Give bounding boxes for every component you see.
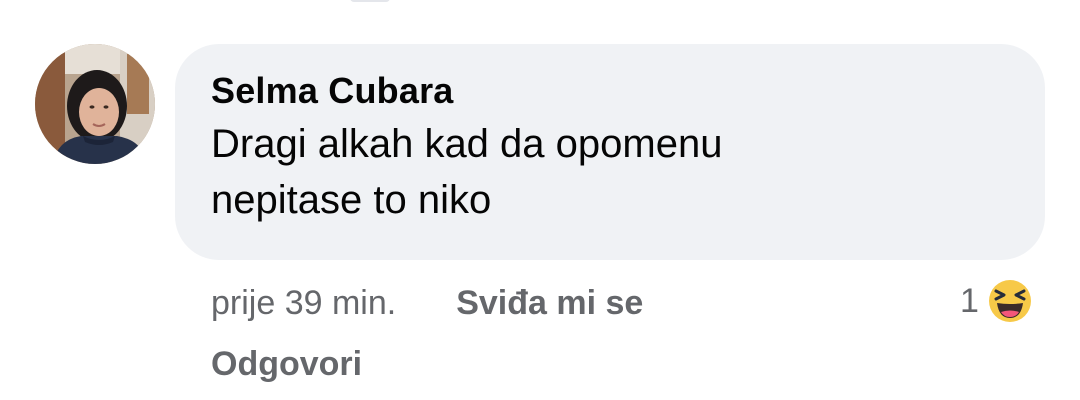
- comment-text: Dragi alkah kad da opomenu nepitase to n…: [211, 122, 723, 222]
- previous-content-fragment: [350, 0, 390, 2]
- avatar[interactable]: [35, 44, 155, 164]
- reaction-count: 1: [960, 281, 979, 320]
- like-button[interactable]: Sviđa mi se: [456, 284, 643, 323]
- reaction-summary[interactable]: 1: [960, 276, 1035, 326]
- comment-actions: prije 39 min. Sviđa mi se: [211, 284, 643, 323]
- comment-bubble: Selma Cubara Dragi alkah kad da opomenu …: [175, 44, 1045, 260]
- haha-emoji-icon: [985, 277, 1034, 325]
- reply-button[interactable]: Odgovori: [211, 345, 362, 384]
- comment-timestamp[interactable]: prije 39 min.: [211, 284, 396, 323]
- comment-author[interactable]: Selma Cubara: [211, 70, 1009, 112]
- avatar-photo: [35, 44, 155, 164]
- comment-thread: Selma Cubara Dragi alkah kad da opomenu …: [0, 0, 1080, 400]
